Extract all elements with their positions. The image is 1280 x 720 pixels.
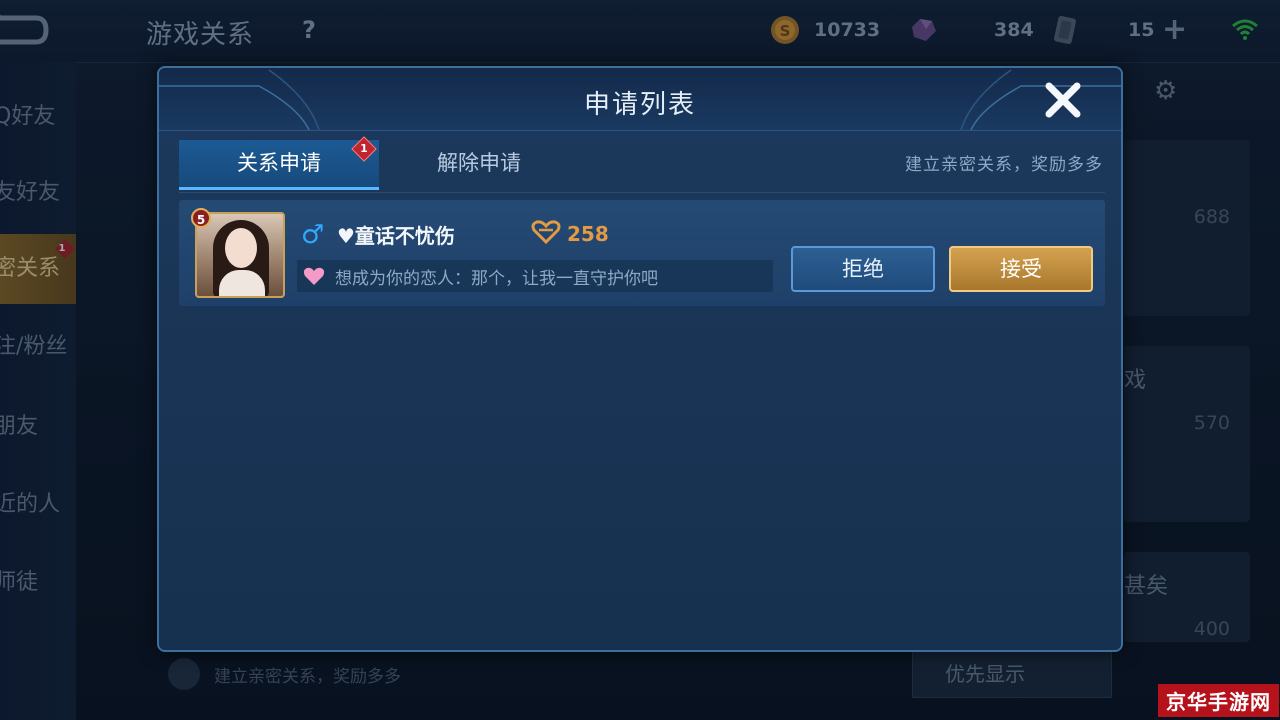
modal-header: 申请列表 (159, 68, 1121, 131)
intimacy-heart-icon (531, 220, 561, 244)
level-badge: 5 (191, 208, 211, 228)
request-row: 5 ♂ ♥童话不忧伤 258 想成为你的恋人：那个，让我一直守护你吧 拒绝 接受 (179, 200, 1105, 306)
close-button[interactable] (1043, 80, 1083, 120)
male-icon: ♂ (301, 220, 325, 250)
close-icon (1045, 82, 1081, 118)
tab-relation-request[interactable]: 关系申请 (179, 140, 379, 190)
request-message-text: 想成为你的恋人：那个，让我一直守护你吧 (335, 269, 658, 289)
avatar[interactable] (195, 212, 285, 298)
tab-dissolve-request[interactable]: 解除申请 (379, 140, 579, 190)
player-name: ♥童话不忧伤 (337, 224, 455, 248)
tab-hint: 建立亲密关系，奖励多多 (905, 155, 1103, 175)
request-list-modal: 申请列表 关系申请 1 解除申请 建立亲密关系，奖励多多 5 ♂ ♥童话不忧伤 (157, 66, 1123, 652)
pink-heart-icon (303, 267, 325, 285)
modal-title: 申请列表 (583, 90, 696, 120)
screen: 游戏关系 ? S 10733 384 15 + Q好友 友好友 密关系 1 注/… (0, 0, 1280, 720)
reject-button[interactable]: 拒绝 (791, 246, 935, 292)
watermark: 京华手游网 (1158, 684, 1279, 717)
modal-tabs: 关系申请 1 解除申请 建立亲密关系，奖励多多 (179, 136, 1105, 193)
intimacy-value: 258 (567, 222, 609, 246)
accept-button[interactable]: 接受 (949, 246, 1093, 292)
request-message: 想成为你的恋人：那个，让我一直守护你吧 (297, 260, 773, 292)
